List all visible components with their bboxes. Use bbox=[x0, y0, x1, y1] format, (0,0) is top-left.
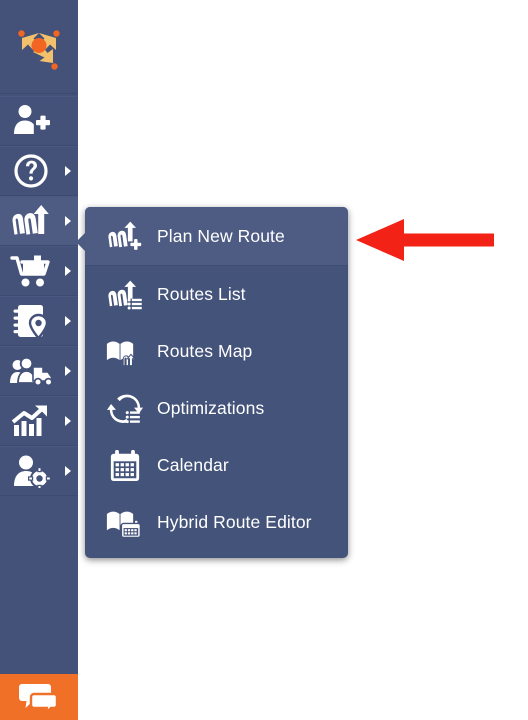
menu-item-label: Optimizations bbox=[157, 398, 265, 418]
menu-item-calendar[interactable]: Calendar bbox=[85, 437, 348, 494]
route4me-logo-icon bbox=[18, 29, 60, 70]
chevron-right-icon bbox=[65, 216, 71, 226]
menu-item-label: Routes List bbox=[157, 284, 246, 304]
support-chat-button[interactable] bbox=[0, 674, 78, 720]
analytics-icon bbox=[8, 401, 54, 441]
chevron-right-icon bbox=[65, 266, 71, 276]
flyout-caret bbox=[76, 232, 86, 252]
user-settings-icon bbox=[8, 451, 54, 491]
chevron-right-icon bbox=[65, 366, 71, 376]
sidebar-item-user-settings[interactable] bbox=[0, 446, 78, 496]
sidebar-item-help[interactable] bbox=[0, 146, 78, 196]
menu-item-label: Hybrid Route Editor bbox=[157, 512, 312, 532]
menu-item-plan-new-route[interactable]: Plan New Route bbox=[85, 207, 348, 266]
chevron-right-icon bbox=[65, 416, 71, 426]
routes-list-icon bbox=[101, 280, 149, 310]
help-question-icon bbox=[8, 151, 54, 191]
calendar-icon bbox=[101, 449, 149, 482]
sidebar-item-analytics[interactable] bbox=[0, 396, 78, 446]
routes-flyout-menu: Plan New Route Routes List Routes Map Op… bbox=[85, 207, 348, 558]
chevron-right-icon bbox=[65, 316, 71, 326]
shopping-cart-icon bbox=[8, 251, 54, 291]
sidebar-item-address-book[interactable] bbox=[0, 296, 78, 346]
red-pointer-arrow bbox=[356, 216, 496, 264]
chat-bubbles-icon bbox=[19, 684, 59, 713]
sidebar-item-team[interactable] bbox=[0, 346, 78, 396]
menu-item-label: Plan New Route bbox=[157, 225, 285, 246]
plan-new-route-icon bbox=[101, 221, 149, 251]
main-sidebar bbox=[0, 0, 78, 720]
menu-item-routes-map[interactable]: Routes Map bbox=[85, 323, 348, 380]
hybrid-route-editor-icon bbox=[101, 508, 149, 538]
optimizations-icon bbox=[101, 394, 149, 424]
sidebar-item-routes[interactable] bbox=[0, 196, 78, 246]
menu-item-optimizations[interactable]: Optimizations bbox=[85, 380, 348, 437]
app-root: Plan New Route Routes List Routes Map Op… bbox=[0, 0, 528, 720]
menu-item-label: Calendar bbox=[157, 455, 229, 475]
sidebar-item-add-user[interactable] bbox=[0, 96, 78, 146]
menu-item-hybrid-route-editor[interactable]: Hybrid Route Editor bbox=[85, 494, 348, 551]
add-user-icon bbox=[8, 101, 54, 141]
menu-item-label: Routes Map bbox=[157, 341, 253, 361]
address-book-icon bbox=[8, 301, 54, 341]
menu-item-routes-list[interactable]: Routes List bbox=[85, 266, 348, 323]
sidebar-item-orders[interactable] bbox=[0, 246, 78, 296]
chevron-right-icon bbox=[65, 166, 71, 176]
routes-icon bbox=[8, 201, 54, 241]
routes-map-icon bbox=[101, 337, 149, 367]
team-truck-icon bbox=[8, 351, 54, 391]
brand-logo[interactable] bbox=[0, 0, 78, 94]
chevron-right-icon bbox=[65, 466, 71, 476]
